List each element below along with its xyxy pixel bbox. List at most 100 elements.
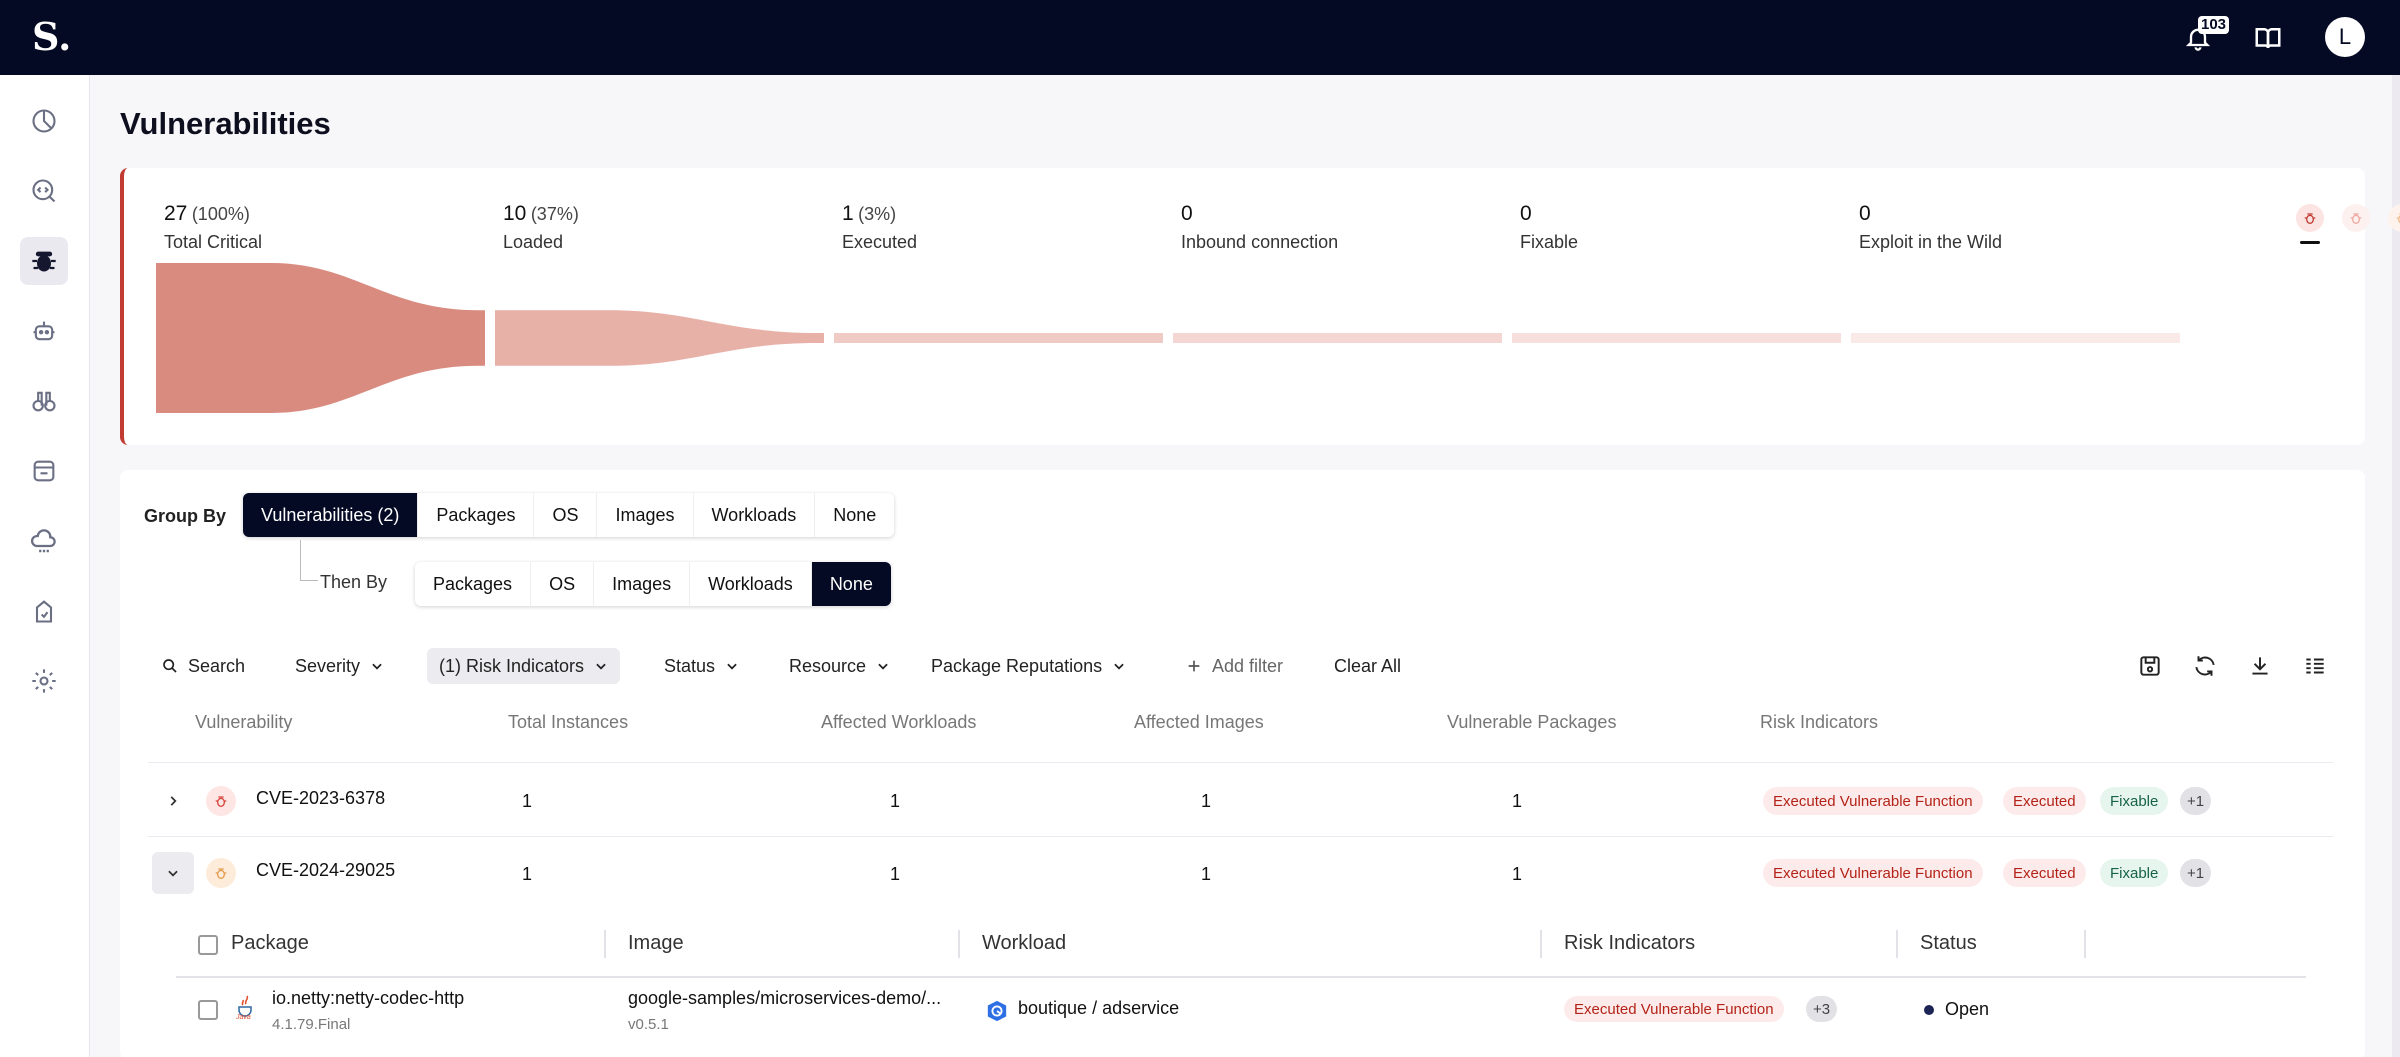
critical-severity-icon[interactable] <box>2296 204 2324 244</box>
add-filter-button[interactable]: Add filter <box>1174 648 1295 684</box>
risk-pill-more[interactable]: +3 <box>1806 996 1838 1022</box>
sidebar <box>0 75 90 1057</box>
sub-column-header-image[interactable]: Image <box>628 932 684 955</box>
chevron-down-icon <box>878 663 888 670</box>
user-avatar[interactable]: L <box>2325 17 2365 57</box>
medium-severity-icon[interactable] <box>2388 204 2400 232</box>
status-filter[interactable]: Status <box>652 648 751 684</box>
then-by-label: Then By <box>320 572 388 592</box>
column-header-risk-indicators[interactable]: Risk Indicators <box>1760 712 1878 733</box>
affected-images: 1 <box>1201 864 1212 884</box>
refresh-icon[interactable] <box>2187 648 2223 684</box>
cve-id[interactable]: CVE-2024-29025 <box>256 860 395 881</box>
funnel-segment-0[interactable] <box>156 263 485 413</box>
columns-icon[interactable] <box>2297 648 2333 684</box>
vulnerabilities-table-card <box>120 470 2365 1057</box>
sub-column-header-status[interactable]: Status <box>1920 932 1977 955</box>
image-name[interactable]: google-samples/microservices-demo/... <box>628 988 941 1009</box>
save-icon[interactable] <box>2132 648 2168 684</box>
group-by-packages[interactable]: Packages <box>418 493 535 537</box>
app-logo[interactable]: S. <box>32 14 71 59</box>
status-filter-label: Status <box>664 655 716 676</box>
compliance-icon[interactable] <box>20 587 68 635</box>
resource-filter[interactable]: Resource <box>777 648 902 684</box>
expand-chevron-icon[interactable] <box>152 780 194 822</box>
column-divider <box>2084 930 2086 958</box>
high-severity-icon[interactable] <box>2342 204 2370 232</box>
critical-bug-icon <box>206 786 236 816</box>
row-checkbox[interactable] <box>198 1000 218 1020</box>
affected-workloads: 1 <box>890 791 901 811</box>
resource-filter-label: Resource <box>789 655 867 676</box>
package-reputations-filter[interactable]: Package Reputations <box>919 648 1138 684</box>
group-by-workloads[interactable]: Workloads <box>694 493 816 537</box>
column-header-vulnerable-packages[interactable]: Vulnerable Packages <box>1447 712 1616 733</box>
sub-column-header-workload[interactable]: Workload <box>982 932 1066 955</box>
funnel-segment-2[interactable] <box>834 333 1163 343</box>
column-divider <box>958 930 960 958</box>
then-by-packages[interactable]: Packages <box>415 562 532 606</box>
group-by-images[interactable]: Images <box>597 493 694 537</box>
vulnerable-packages: 1 <box>1512 864 1523 884</box>
group-by-none[interactable]: None <box>815 493 894 537</box>
java-icon: Java <box>234 994 258 1022</box>
cve-id[interactable]: CVE-2023-6378 <box>256 788 385 809</box>
settings-gear-icon[interactable] <box>20 657 68 705</box>
column-header-total-instances[interactable]: Total Instances <box>508 712 628 733</box>
funnel-segment-1[interactable] <box>495 310 824 366</box>
risk-pill-fixable: Fixable <box>2100 787 2169 815</box>
then-by-os[interactable]: OS <box>531 562 595 606</box>
clear-all-button[interactable]: Clear All <box>1322 648 1413 684</box>
collapse-chevron-icon[interactable] <box>152 852 194 894</box>
affected-images: 1 <box>1201 791 1212 811</box>
table-divider <box>148 762 2333 763</box>
sub-column-header-risk-indicators[interactable]: Risk Indicators <box>1564 932 1695 955</box>
robot-icon[interactable] <box>20 307 68 355</box>
column-header-affected-workloads[interactable]: Affected Workloads <box>821 712 976 733</box>
risk-pill-more[interactable]: +1 <box>2180 859 2212 887</box>
search-icon <box>163 659 177 673</box>
funnel-segment-3[interactable] <box>1173 333 1502 343</box>
tree-connector <box>300 540 318 581</box>
dashboard-icon[interactable] <box>20 97 68 145</box>
medium-bug-icon <box>206 858 236 888</box>
download-icon[interactable] <box>2242 648 2278 684</box>
workload-name[interactable]: boutique / adservice <box>1018 998 1179 1019</box>
risk-indicators-filter[interactable]: (1) Risk Indicators <box>427 648 621 684</box>
code-search-icon[interactable] <box>20 167 68 215</box>
column-header-vulnerability[interactable]: Vulnerability <box>195 712 292 733</box>
risk-indicators-filter-label: (1) Risk Indicators <box>439 655 585 676</box>
group-by-segmented-control: Vulnerabilities (2) Packages OS Images W… <box>243 493 895 537</box>
severity-filter-label: Severity <box>295 655 361 676</box>
then-by-none[interactable]: None <box>811 562 891 606</box>
group-by-vulnerabilities[interactable]: Vulnerabilities (2) <box>243 493 419 537</box>
then-by-workloads[interactable]: Workloads <box>690 562 812 606</box>
funnel-segment-4[interactable] <box>1512 333 1841 343</box>
sub-column-header-package[interactable]: Package <box>231 932 309 955</box>
group-by-os[interactable]: OS <box>534 493 598 537</box>
risk-pill-more[interactable]: +1 <box>2180 787 2212 815</box>
package-name[interactable]: io.netty:netty-codec-http <box>272 988 464 1009</box>
top-bar: S. 103 L <box>0 0 2400 75</box>
then-by-images[interactable]: Images <box>594 562 691 606</box>
cloud-icon[interactable] <box>20 517 68 565</box>
inbox-icon[interactable] <box>20 447 68 495</box>
funnel-segment-5[interactable] <box>1851 333 2180 343</box>
kubernetes-icon <box>986 1000 1008 1022</box>
risk-pill-executed: Executed <box>2003 859 2086 887</box>
chevron-down-icon <box>372 663 382 670</box>
clear-all-label: Clear All <box>1334 655 1402 676</box>
binoculars-icon[interactable] <box>20 377 68 425</box>
select-all-checkbox[interactable] <box>198 935 218 955</box>
chevron-down-icon <box>727 663 737 670</box>
severity-filter[interactable]: Severity <box>283 648 396 684</box>
image-version: v0.5.1 <box>628 1016 669 1033</box>
column-header-affected-images[interactable]: Affected Images <box>1134 712 1264 733</box>
bug-icon[interactable] <box>20 237 68 285</box>
search-filter[interactable]: Search <box>150 648 257 684</box>
then-by-segmented-control: Packages OS Images Workloads None <box>415 562 891 606</box>
risk-pill-fixable: Fixable <box>2100 859 2169 887</box>
book-icon[interactable] <box>2248 18 2288 58</box>
package-reputations-filter-label: Package Reputations <box>931 655 1103 676</box>
java-icon-text: Java <box>236 1014 251 1021</box>
